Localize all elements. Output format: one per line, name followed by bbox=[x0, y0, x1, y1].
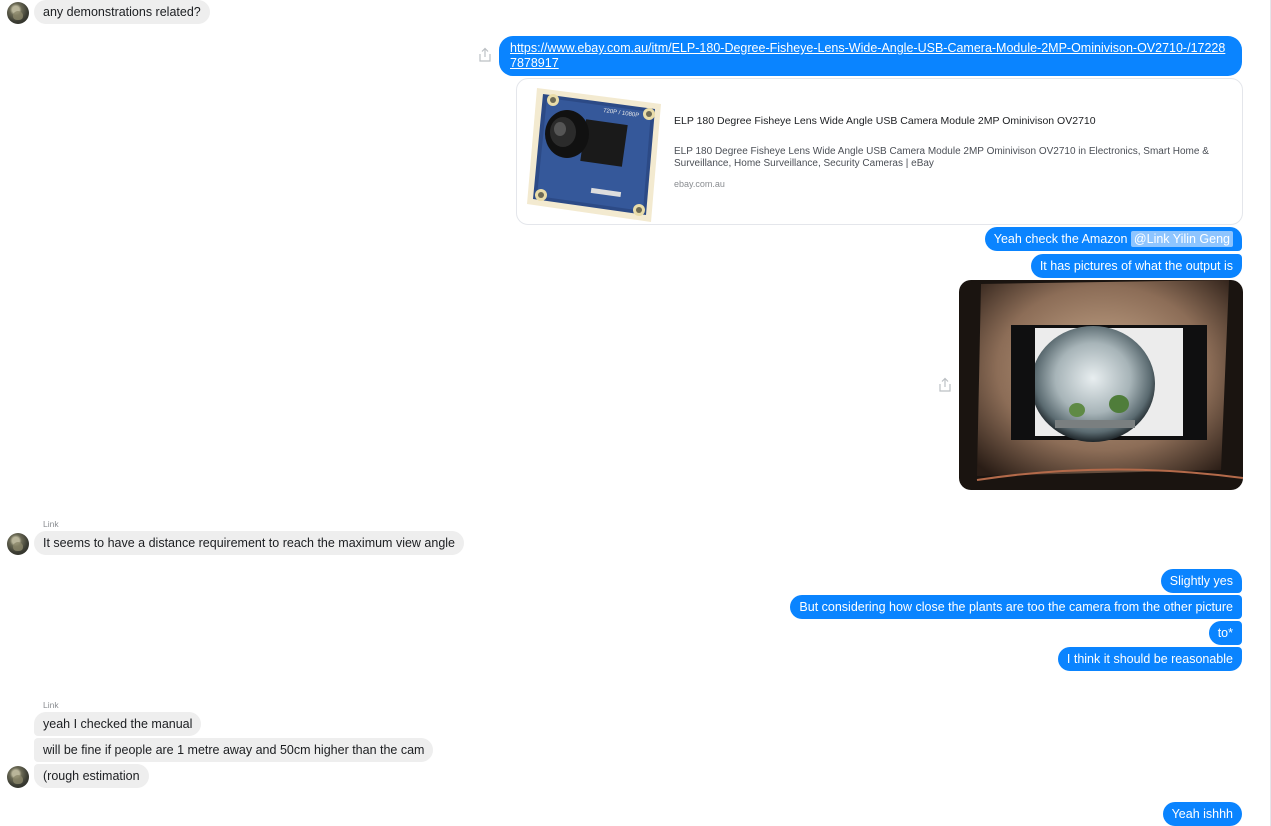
message-bubble[interactable]: any demonstrations related? bbox=[34, 0, 210, 24]
message-bubble[interactable]: It seems to have a distance requirement … bbox=[34, 531, 465, 555]
link-preview-domain: ebay.com.au bbox=[674, 179, 725, 189]
link-preview-description: ELP 180 Degree Fisheye Lens Wide Angle U… bbox=[674, 146, 1209, 169]
sender-name: Link bbox=[43, 519, 59, 529]
avatar[interactable] bbox=[7, 766, 29, 788]
camera-module-thumbnail: 720P / 1080P bbox=[527, 88, 661, 222]
mention-tag[interactable]: @Link Yilin Geng bbox=[1130, 231, 1233, 247]
link-message-bubble[interactable]: https://www.ebay.com.au/itm/ELP-180-Degr… bbox=[499, 36, 1242, 76]
message-bubble[interactable]: Yeah ishhh bbox=[1162, 802, 1242, 826]
message-bubble[interactable]: yeah I checked the manual bbox=[34, 712, 202, 736]
message-bubble[interactable]: But considering how close the plants are… bbox=[790, 595, 1242, 619]
message-bubble[interactable]: I think it should be reasonable bbox=[1057, 647, 1242, 671]
share-icon[interactable] bbox=[478, 47, 492, 63]
avatar[interactable] bbox=[7, 533, 29, 555]
avatar[interactable] bbox=[7, 2, 29, 24]
share-icon[interactable] bbox=[938, 377, 952, 393]
message-text: Yeah check the Amazon bbox=[993, 232, 1131, 246]
link-preview-card[interactable]: 720P / 1080P ELP 180 Degree Fisheye Lens… bbox=[516, 78, 1243, 225]
message-bubble[interactable]: will be fine if people are 1 metre away … bbox=[34, 738, 434, 762]
message-bubble[interactable]: It has pictures of what the output is bbox=[1030, 254, 1242, 278]
message-bubble[interactable]: to* bbox=[1208, 621, 1242, 645]
ebay-link[interactable]: https://www.ebay.com.au/itm/ELP-180-Degr… bbox=[510, 41, 1231, 71]
fisheye-output-photo[interactable] bbox=[959, 280, 1243, 490]
message-bubble[interactable]: (rough estimation bbox=[34, 764, 149, 788]
sender-name: Link bbox=[43, 700, 59, 710]
message-bubble[interactable]: Slightly yes bbox=[1160, 569, 1242, 593]
message-bubble[interactable]: Yeah check the Amazon @Link Yilin Geng bbox=[984, 227, 1242, 251]
link-preview-title: ELP 180 Degree Fisheye Lens Wide Angle U… bbox=[674, 115, 1096, 127]
